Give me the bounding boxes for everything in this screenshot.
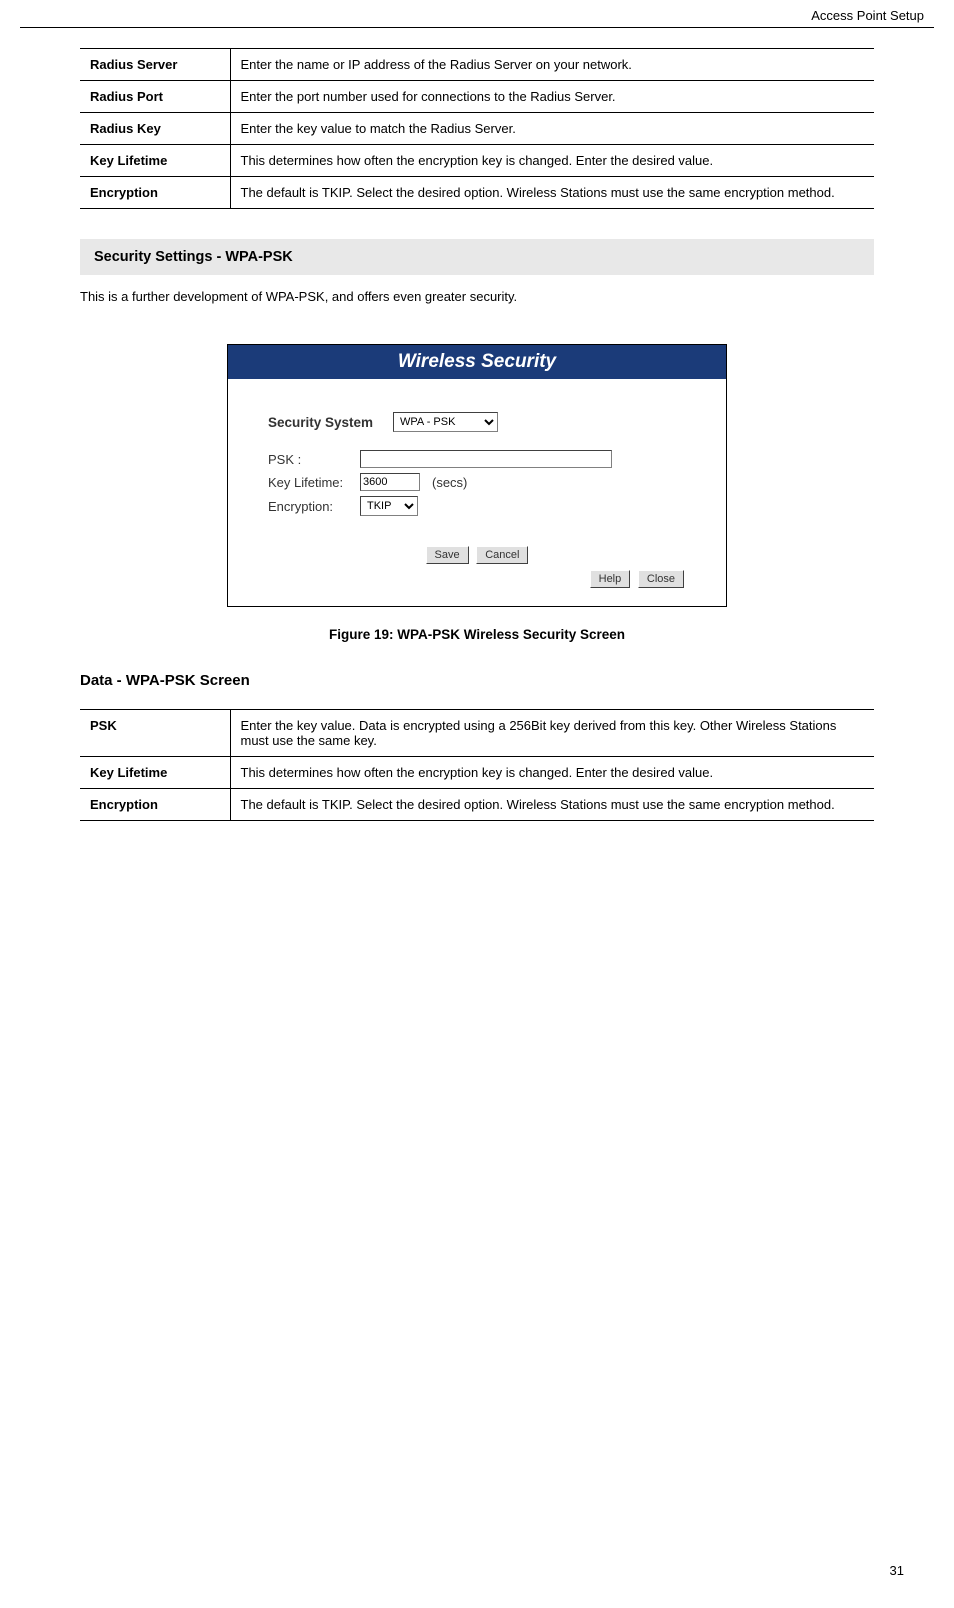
table-row: Encryption The default is TKIP. Select t… — [80, 177, 874, 209]
row-label: Encryption — [80, 789, 230, 821]
psk-label: PSK : — [268, 452, 360, 467]
security-system-select[interactable]: WPA - PSK — [393, 412, 498, 432]
row-label: Radius Port — [80, 81, 230, 113]
figure-caption: Figure 19: WPA-PSK Wireless Security Scr… — [80, 627, 874, 642]
table-row: PSK Enter the key value. Data is encrypt… — [80, 710, 874, 757]
close-button[interactable]: Close — [638, 570, 684, 588]
wireless-security-screenshot: Wireless Security Security System WPA - … — [227, 344, 727, 607]
row-description: The default is TKIP. Select the desired … — [230, 789, 874, 821]
data-heading: Data - WPA-PSK Screen — [80, 672, 874, 689]
row-description: The default is TKIP. Select the desired … — [230, 177, 874, 209]
wpa-radius-settings-table: Radius Server Enter the name or IP addre… — [80, 48, 874, 209]
row-label: Radius Server — [80, 49, 230, 81]
psk-input[interactable] — [360, 450, 612, 468]
table-row: Radius Key Enter the key value to match … — [80, 113, 874, 145]
table-row: Key Lifetime This determines how often t… — [80, 145, 874, 177]
row-label: Key Lifetime — [80, 145, 230, 177]
table-row: Encryption The default is TKIP. Select t… — [80, 789, 874, 821]
header-divider — [20, 27, 934, 28]
row-description: Enter the name or IP address of the Radi… — [230, 49, 874, 81]
encryption-label: Encryption: — [268, 499, 360, 514]
section-note: This is a further development of WPA-PSK… — [80, 285, 874, 324]
row-description: This determines how often the encryption… — [230, 757, 874, 789]
row-label: PSK — [80, 710, 230, 757]
help-button[interactable]: Help — [590, 570, 631, 588]
wpa-psk-settings-table: PSK Enter the key value. Data is encrypt… — [80, 709, 874, 821]
key-lifetime-label: Key Lifetime: — [268, 475, 360, 490]
table-row: Radius Server Enter the name or IP addre… — [80, 49, 874, 81]
page-number: 31 — [890, 1563, 904, 1578]
row-description: Enter the key value to match the Radius … — [230, 113, 874, 145]
row-label: Key Lifetime — [80, 757, 230, 789]
table-row: Key Lifetime This determines how often t… — [80, 757, 874, 789]
row-label: Encryption — [80, 177, 230, 209]
cancel-button[interactable]: Cancel — [476, 546, 528, 564]
save-button[interactable]: Save — [426, 546, 469, 564]
key-lifetime-input[interactable] — [360, 473, 420, 491]
section-heading: Security Settings - WPA-PSK — [80, 239, 874, 275]
key-lifetime-unit: (secs) — [432, 475, 467, 490]
row-description: Enter the key value. Data is encrypted u… — [230, 710, 874, 757]
security-system-label: Security System — [268, 415, 393, 430]
table-row: Radius Port Enter the port number used f… — [80, 81, 874, 113]
screenshot-title: Wireless Security — [228, 345, 726, 379]
row-label: Radius Key — [80, 113, 230, 145]
encryption-select[interactable]: TKIP — [360, 496, 418, 516]
row-description: Enter the port number used for connectio… — [230, 81, 874, 113]
row-description: This determines how often the encryption… — [230, 145, 874, 177]
chapter-title: Access Point Setup — [0, 0, 954, 27]
